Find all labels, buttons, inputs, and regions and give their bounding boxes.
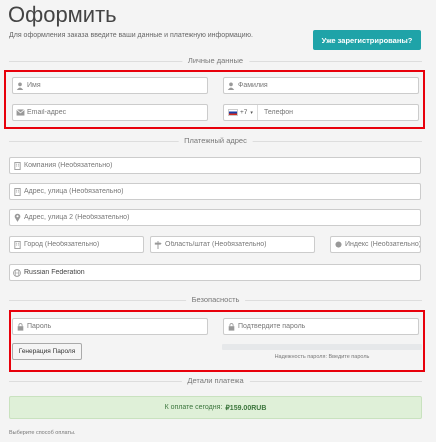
choose-payment-method-text: Выберите способ оплаты.	[9, 430, 76, 436]
postcode-field[interactable]: Индекс (Необзательно)	[330, 236, 421, 253]
highlight-security	[9, 310, 425, 372]
signpost-icon	[151, 240, 165, 249]
page-title: Оформить	[8, 2, 117, 27]
building-icon	[10, 240, 24, 249]
security-section-heading: Безопасность	[9, 295, 422, 304]
amount-due-banner: К оплате сегодня: ₽159.00RUB	[9, 396, 422, 419]
billing-section-heading: Платежный адрес	[9, 136, 422, 145]
globe-icon	[10, 268, 24, 277]
country-select[interactable]: Russian Federation	[9, 264, 421, 281]
company-field[interactable]: Компания (Необязательно)	[9, 157, 421, 174]
personal-section-heading: Личные данные	[9, 56, 422, 65]
amount-due-label: К оплате сегодня:	[164, 404, 223, 411]
payment-section-heading: Детали платежа	[9, 376, 422, 385]
circle-icon	[331, 241, 345, 248]
state-field[interactable]: Область/штат (Необязательно)	[150, 236, 315, 253]
intro-text: Для оформления заказа введите ваши данны…	[9, 32, 253, 39]
amount-due-value: ₽159.00RUB	[225, 404, 267, 412]
building-icon	[10, 187, 24, 196]
building-icon	[10, 161, 24, 170]
already-registered-button[interactable]: Уже зарегистрированы?	[313, 30, 421, 50]
address1-field[interactable]: Адрес, улица (Необязательно)	[9, 183, 421, 200]
address2-field[interactable]: Адрес, улица 2 (Необязательно)	[9, 209, 421, 226]
city-field[interactable]: Город (Необязательно)	[9, 236, 144, 253]
map-marker-icon	[10, 213, 24, 222]
highlight-personal	[4, 70, 425, 129]
